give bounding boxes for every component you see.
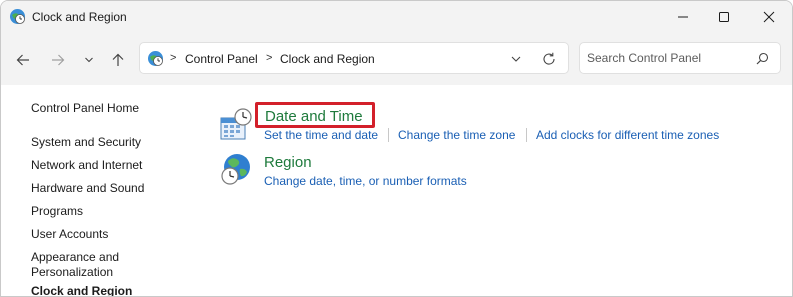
sidebar-item-user-accounts[interactable]: User Accounts [31,227,108,241]
address-bar[interactable]: > Control Panel > Clock and Region [139,42,569,74]
link-divider [526,128,527,142]
change-time-zone-link[interactable]: Change the time zone [398,128,515,142]
minimize-button[interactable] [660,1,706,33]
back-button[interactable] [10,47,36,73]
search-box[interactable] [579,42,781,74]
up-button[interactable] [105,47,131,73]
close-icon [763,11,775,23]
breadcrumb-clock-and-region[interactable]: Clock and Region [280,52,375,66]
forward-button[interactable] [45,47,71,73]
region-link[interactable]: Region [264,154,312,171]
maximize-button[interactable] [701,1,747,33]
add-clocks-link[interactable]: Add clocks for different time zones [536,128,719,142]
back-arrow-icon [16,54,29,66]
address-dropdown-icon[interactable] [509,52,523,66]
sidebar-item-programs[interactable]: Programs [31,204,83,218]
highlight-box [255,102,375,128]
calendar-clock-icon[interactable] [219,108,253,142]
search-icon[interactable] [756,52,769,65]
sidebar-item-network-and-internet[interactable]: Network and Internet [31,158,142,172]
sidebar-item-appearance-and-personalization[interactable]: Appearance and Personalization [31,250,141,280]
navigation-bar: > Control Panel > Clock and Region [1,33,792,85]
clock-globe-icon [10,9,25,24]
change-formats-link[interactable]: Change date, time, or number formats [264,174,467,188]
sidebar-item-control-panel-home[interactable]: Control Panel Home [31,101,139,115]
close-button[interactable] [746,1,792,33]
minimize-icon [678,16,688,18]
globe-clock-icon[interactable] [219,153,253,187]
link-divider [388,128,389,142]
sidebar-item-clock-and-region: Clock and Region [31,284,133,297]
title-bar: Clock and Region [1,1,792,33]
chevron-down-icon [85,57,93,63]
breadcrumb-separator[interactable]: > [170,52,176,64]
forward-arrow-icon [52,54,65,66]
window-title: Clock and Region [32,10,127,24]
set-time-and-date-link[interactable]: Set the time and date [264,128,378,142]
sidebar-item-system-and-security[interactable]: System and Security [31,135,141,149]
maximize-icon [719,12,729,22]
refresh-icon[interactable] [541,51,557,67]
control-panel-icon [148,51,163,66]
breadcrumb-control-panel[interactable]: Control Panel [185,52,258,66]
control-panel-window: Clock and Region > Control Panel > Clock… [0,0,793,297]
search-input[interactable] [587,50,747,66]
up-arrow-icon [112,53,124,66]
sidebar-item-hardware-and-sound[interactable]: Hardware and Sound [31,181,144,195]
breadcrumb-separator[interactable]: > [266,52,272,64]
recent-locations-button[interactable] [76,47,102,73]
